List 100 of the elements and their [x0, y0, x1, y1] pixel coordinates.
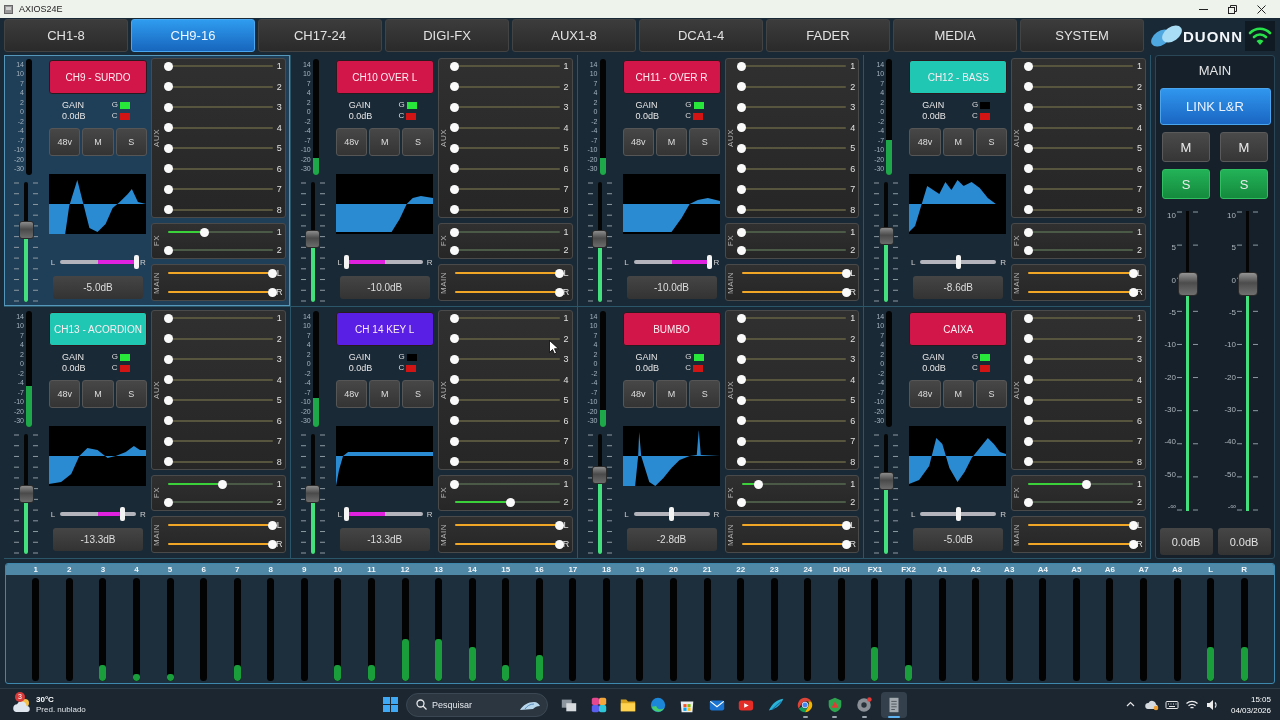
slider-thumb[interactable]	[450, 82, 460, 92]
slider-thumb[interactable]	[450, 416, 460, 426]
slider-thumb[interactable]	[1128, 539, 1138, 549]
slider-thumb[interactable]	[163, 82, 173, 92]
pan-thumb[interactable]	[344, 255, 350, 269]
slider-thumb[interactable]	[737, 123, 746, 133]
tab[interactable]: DIGI-FX	[385, 19, 509, 52]
slider-thumb[interactable]	[753, 479, 763, 489]
slider-thumb[interactable]	[737, 205, 746, 215]
slider-thumb[interactable]	[555, 287, 564, 297]
fader-thumb[interactable]	[1237, 271, 1258, 296]
fader-thumb[interactable]	[592, 229, 607, 248]
mute-button[interactable]: M	[1162, 132, 1210, 162]
slider-thumb[interactable]	[1128, 287, 1138, 297]
slider-thumb[interactable]	[163, 61, 173, 71]
link-button[interactable]: LINK L&R	[1159, 88, 1271, 125]
slider-thumb[interactable]	[1023, 375, 1033, 385]
slider-thumb[interactable]	[1023, 457, 1033, 467]
slider-thumb[interactable]	[737, 102, 746, 112]
pan-thumb[interactable]	[955, 507, 961, 521]
slider-thumb[interactable]	[450, 436, 460, 446]
channel-button[interactable]: 48v	[622, 128, 654, 156]
slider-thumb[interactable]	[450, 61, 460, 71]
channel-button[interactable]: M	[655, 380, 688, 408]
slider-thumb[interactable]	[450, 334, 460, 344]
channel-name-button[interactable]: CAIXA	[909, 312, 1008, 346]
slider-thumb[interactable]	[163, 334, 173, 344]
slider-thumb[interactable]	[737, 313, 746, 323]
slider-thumb[interactable]	[268, 539, 278, 549]
channel-button[interactable]: S	[402, 380, 434, 408]
search-bar[interactable]: Pesquisar	[406, 692, 548, 717]
slider-thumb[interactable]	[1023, 334, 1033, 344]
slider-thumb[interactable]	[1023, 354, 1033, 364]
slider-thumb[interactable]	[450, 143, 460, 153]
tab[interactable]: AUX1-8	[512, 19, 636, 52]
slider-thumb[interactable]	[841, 268, 851, 278]
tab[interactable]: CH1-8	[4, 19, 128, 52]
slider-thumb[interactable]	[1023, 143, 1033, 153]
channel-button[interactable]: S	[975, 128, 1008, 156]
slider-thumb[interactable]	[163, 436, 173, 446]
fader-thumb[interactable]	[305, 229, 321, 248]
slider-thumb[interactable]	[450, 227, 460, 237]
slider-thumb[interactable]	[737, 184, 746, 194]
slider-thumb[interactable]	[737, 416, 746, 426]
slider-thumb[interactable]	[268, 287, 278, 297]
channel-button[interactable]: 48v	[49, 128, 81, 156]
search-input[interactable]: Pesquisar	[432, 697, 514, 712]
slider-thumb[interactable]	[1128, 268, 1138, 278]
fader-thumb[interactable]	[878, 471, 894, 490]
slider-thumb[interactable]	[1023, 436, 1033, 446]
slider-thumb[interactable]	[841, 287, 851, 297]
tab[interactable]: FADER	[766, 19, 890, 52]
fader-thumb[interactable]	[18, 220, 34, 239]
slider-thumb[interactable]	[450, 479, 460, 489]
slider-thumb[interactable]	[163, 245, 173, 255]
slider-thumb[interactable]	[450, 375, 460, 385]
slider-thumb[interactable]	[737, 395, 746, 405]
slider-thumb[interactable]	[450, 123, 460, 133]
fader-thumb[interactable]	[878, 226, 894, 245]
channel-button[interactable]: S	[975, 380, 1008, 408]
slider-thumb[interactable]	[268, 520, 278, 530]
slider-thumb[interactable]	[555, 268, 564, 278]
slider-thumb[interactable]	[555, 520, 564, 530]
fader-thumb[interactable]	[18, 485, 34, 503]
tab[interactable]: DCA1-4	[639, 19, 763, 52]
slider-thumb[interactable]	[505, 497, 515, 507]
channel-button[interactable]: S	[115, 128, 147, 156]
slider-thumb[interactable]	[268, 268, 278, 278]
channel-button[interactable]: S	[689, 380, 721, 408]
pan-thumb[interactable]	[344, 507, 350, 521]
slider-thumb[interactable]	[450, 313, 460, 323]
channel-button[interactable]: S	[115, 380, 147, 408]
slider-thumb[interactable]	[1023, 123, 1033, 133]
pan-thumb[interactable]	[669, 507, 674, 521]
slider-thumb[interactable]	[737, 164, 746, 174]
slider-thumb[interactable]	[163, 102, 173, 112]
channel-button[interactable]: S	[402, 128, 434, 156]
channel-button[interactable]: M	[942, 128, 974, 156]
slider-thumb[interactable]	[737, 61, 746, 71]
slider-thumb[interactable]	[163, 497, 173, 507]
tab[interactable]: CH17-24	[258, 19, 382, 52]
slider-thumb[interactable]	[841, 539, 851, 549]
channel-name-button[interactable]: CH 14 KEY L	[335, 312, 434, 346]
slider-thumb[interactable]	[1128, 520, 1138, 530]
slider-thumb[interactable]	[163, 416, 173, 426]
slider-thumb[interactable]	[1023, 416, 1033, 426]
slider-thumb[interactable]	[163, 354, 173, 364]
channel-button[interactable]: M	[82, 128, 114, 156]
slider-thumb[interactable]	[737, 245, 746, 255]
tab[interactable]: MEDIA	[893, 19, 1017, 52]
slider-thumb[interactable]	[450, 457, 460, 467]
channel-button[interactable]: S	[689, 128, 721, 156]
slider-thumb[interactable]	[1023, 61, 1033, 71]
fader-thumb[interactable]	[592, 465, 607, 484]
slider-thumb[interactable]	[200, 227, 210, 237]
slider-thumb[interactable]	[163, 164, 173, 174]
channel-name-button[interactable]: CH11 - OVER R	[622, 60, 721, 94]
slider-thumb[interactable]	[737, 334, 746, 344]
slider-thumb[interactable]	[737, 497, 746, 507]
channel-name-button[interactable]: BUMBO	[622, 312, 721, 346]
